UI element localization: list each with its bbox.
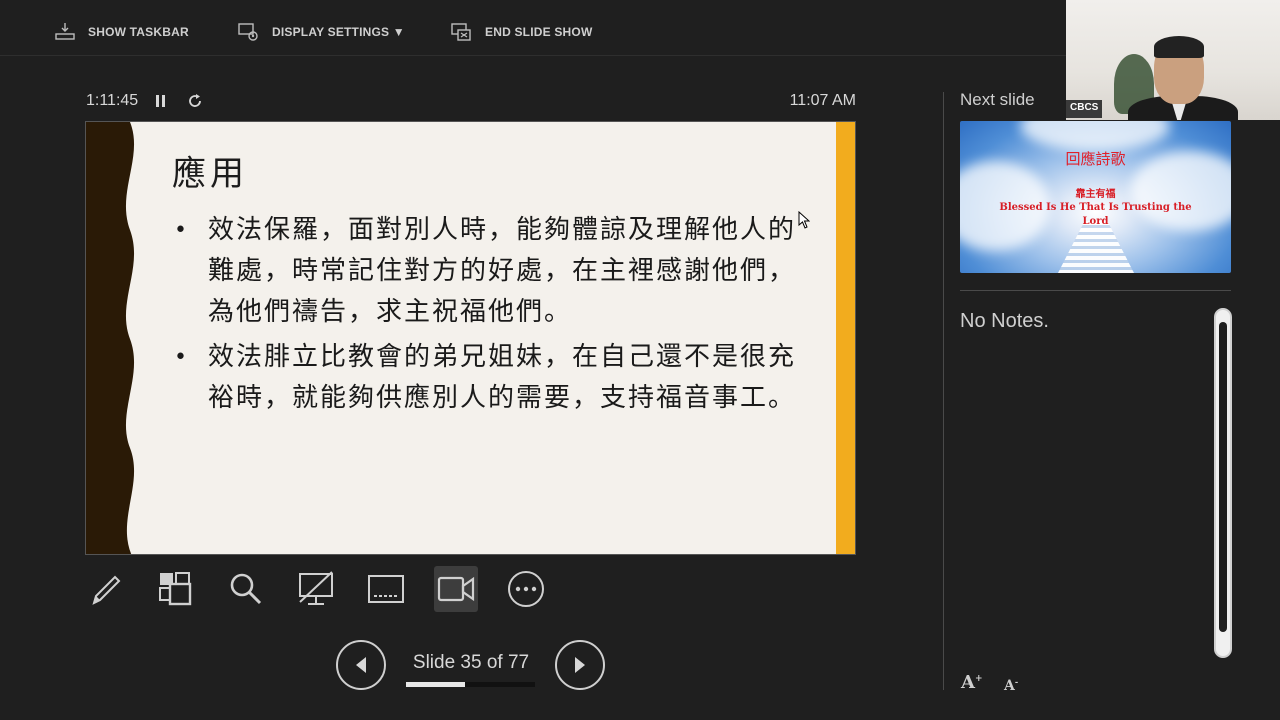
more-options-icon — [508, 571, 544, 607]
next-slide-thumbnail[interactable]: 回應詩歌 靠主有福 Blessed Is He That Is Trusting… — [960, 121, 1231, 273]
see-all-slides-button[interactable] — [154, 566, 198, 612]
presenter-hair — [1154, 36, 1204, 58]
end-slide-show-icon — [451, 23, 471, 41]
increase-font-button[interactable]: A+ — [961, 672, 983, 693]
zoom-button[interactable] — [224, 566, 268, 612]
next-slide-label: Next slide — [960, 90, 1035, 109]
end-slide-show-button[interactable]: END SLIDE SHOW — [449, 18, 592, 46]
next-slide-subtitle-cn: 靠主有福 — [1075, 189, 1116, 200]
black-screen-icon — [299, 571, 333, 605]
slide-tools — [84, 566, 548, 614]
end-slide-show-label: END SLIDE SHOW — [485, 25, 593, 39]
camera-toggle-button[interactable] — [434, 566, 478, 612]
presenter-toolbar: SHOW TASKBAR DISPLAY SETTINGS ▼ END SLID… — [0, 0, 1066, 56]
more-options-button[interactable] — [504, 566, 548, 612]
chevron-right-icon — [575, 657, 585, 673]
presentation-timer: 1:11:45 — [86, 90, 206, 112]
webcam-video: CBCS — [1066, 0, 1280, 120]
see-all-slides-icon — [159, 572, 192, 606]
decrease-font-icon: A- — [1004, 676, 1019, 694]
taskbar-icon — [55, 23, 75, 40]
slide-bullet: 效法保羅，面對別人時，能夠體諒及理解他人的難處，時常記住對方的好處，在主裡感謝他… — [174, 210, 814, 333]
slide-title: 應用 — [172, 154, 248, 194]
previous-slide-button[interactable] — [336, 640, 386, 690]
current-time: 11:07 AM — [789, 92, 856, 109]
pause-icon — [156, 95, 166, 107]
next-slide-subtitle-en: Blessed Is He That Is Trusting the Lord — [999, 202, 1192, 227]
subtitles-button[interactable] — [364, 566, 408, 612]
elapsed-time: 1:11:45 — [86, 92, 139, 109]
show-taskbar-button[interactable]: SHOW TASKBAR — [52, 18, 189, 46]
black-screen-button[interactable] — [294, 566, 338, 612]
slide-accent-stripe — [836, 122, 855, 554]
notes-scrollbar-thumb[interactable] — [1219, 322, 1227, 632]
camera-icon — [437, 576, 475, 602]
chevron-left-icon — [356, 657, 366, 673]
pen-icon — [92, 575, 121, 605]
notes-scrollbar[interactable] — [1214, 308, 1232, 658]
current-slide[interactable]: 應用 效法保羅，面對別人時，能夠體諒及理解他人的難處，時常記住對方的好處，在主裡… — [85, 121, 856, 555]
slide-counter[interactable]: Slide 35 of 77 — [406, 652, 536, 674]
restart-icon — [189, 94, 202, 107]
webcam-name-label: CBCS — [1066, 100, 1103, 118]
zoom-icon — [230, 573, 262, 605]
display-settings-icon — [238, 23, 258, 41]
slide-bullet: 效法腓立比教會的弟兄姐妹，在自己還不是很充裕時，就能夠供應別人的需要，支持福音事… — [174, 337, 814, 419]
increase-font-icon: A+ — [961, 672, 983, 693]
pause-timer-button[interactable] — [150, 90, 172, 112]
slide-bullet-list: 效法保羅，面對別人時，能夠體諒及理解他人的難處，時常記住對方的好處，在主裡感謝他… — [174, 210, 814, 423]
speaker-notes: No Notes. — [960, 310, 1049, 332]
display-settings-button[interactable]: DISPLAY SETTINGS ▼ — [236, 18, 405, 46]
slide-progress-fill — [406, 682, 465, 687]
subtitles-icon — [368, 575, 404, 603]
slide-progress-bar — [406, 682, 535, 687]
next-slide-title: 回應詩歌 — [1065, 150, 1126, 168]
pen-tool-button[interactable] — [84, 566, 128, 612]
display-settings-label: DISPLAY SETTINGS ▼ — [272, 25, 405, 39]
restart-timer-button[interactable] — [184, 90, 206, 112]
slide-wavy-border — [86, 122, 134, 554]
cloud-shape — [1020, 121, 1170, 151]
notes-divider — [960, 290, 1231, 291]
next-slide-button[interactable] — [555, 640, 605, 690]
panel-divider — [943, 92, 944, 690]
show-taskbar-label: SHOW TASKBAR — [88, 25, 189, 39]
decrease-font-button[interactable]: A- — [1004, 676, 1018, 694]
mouse-cursor-icon — [798, 211, 810, 229]
